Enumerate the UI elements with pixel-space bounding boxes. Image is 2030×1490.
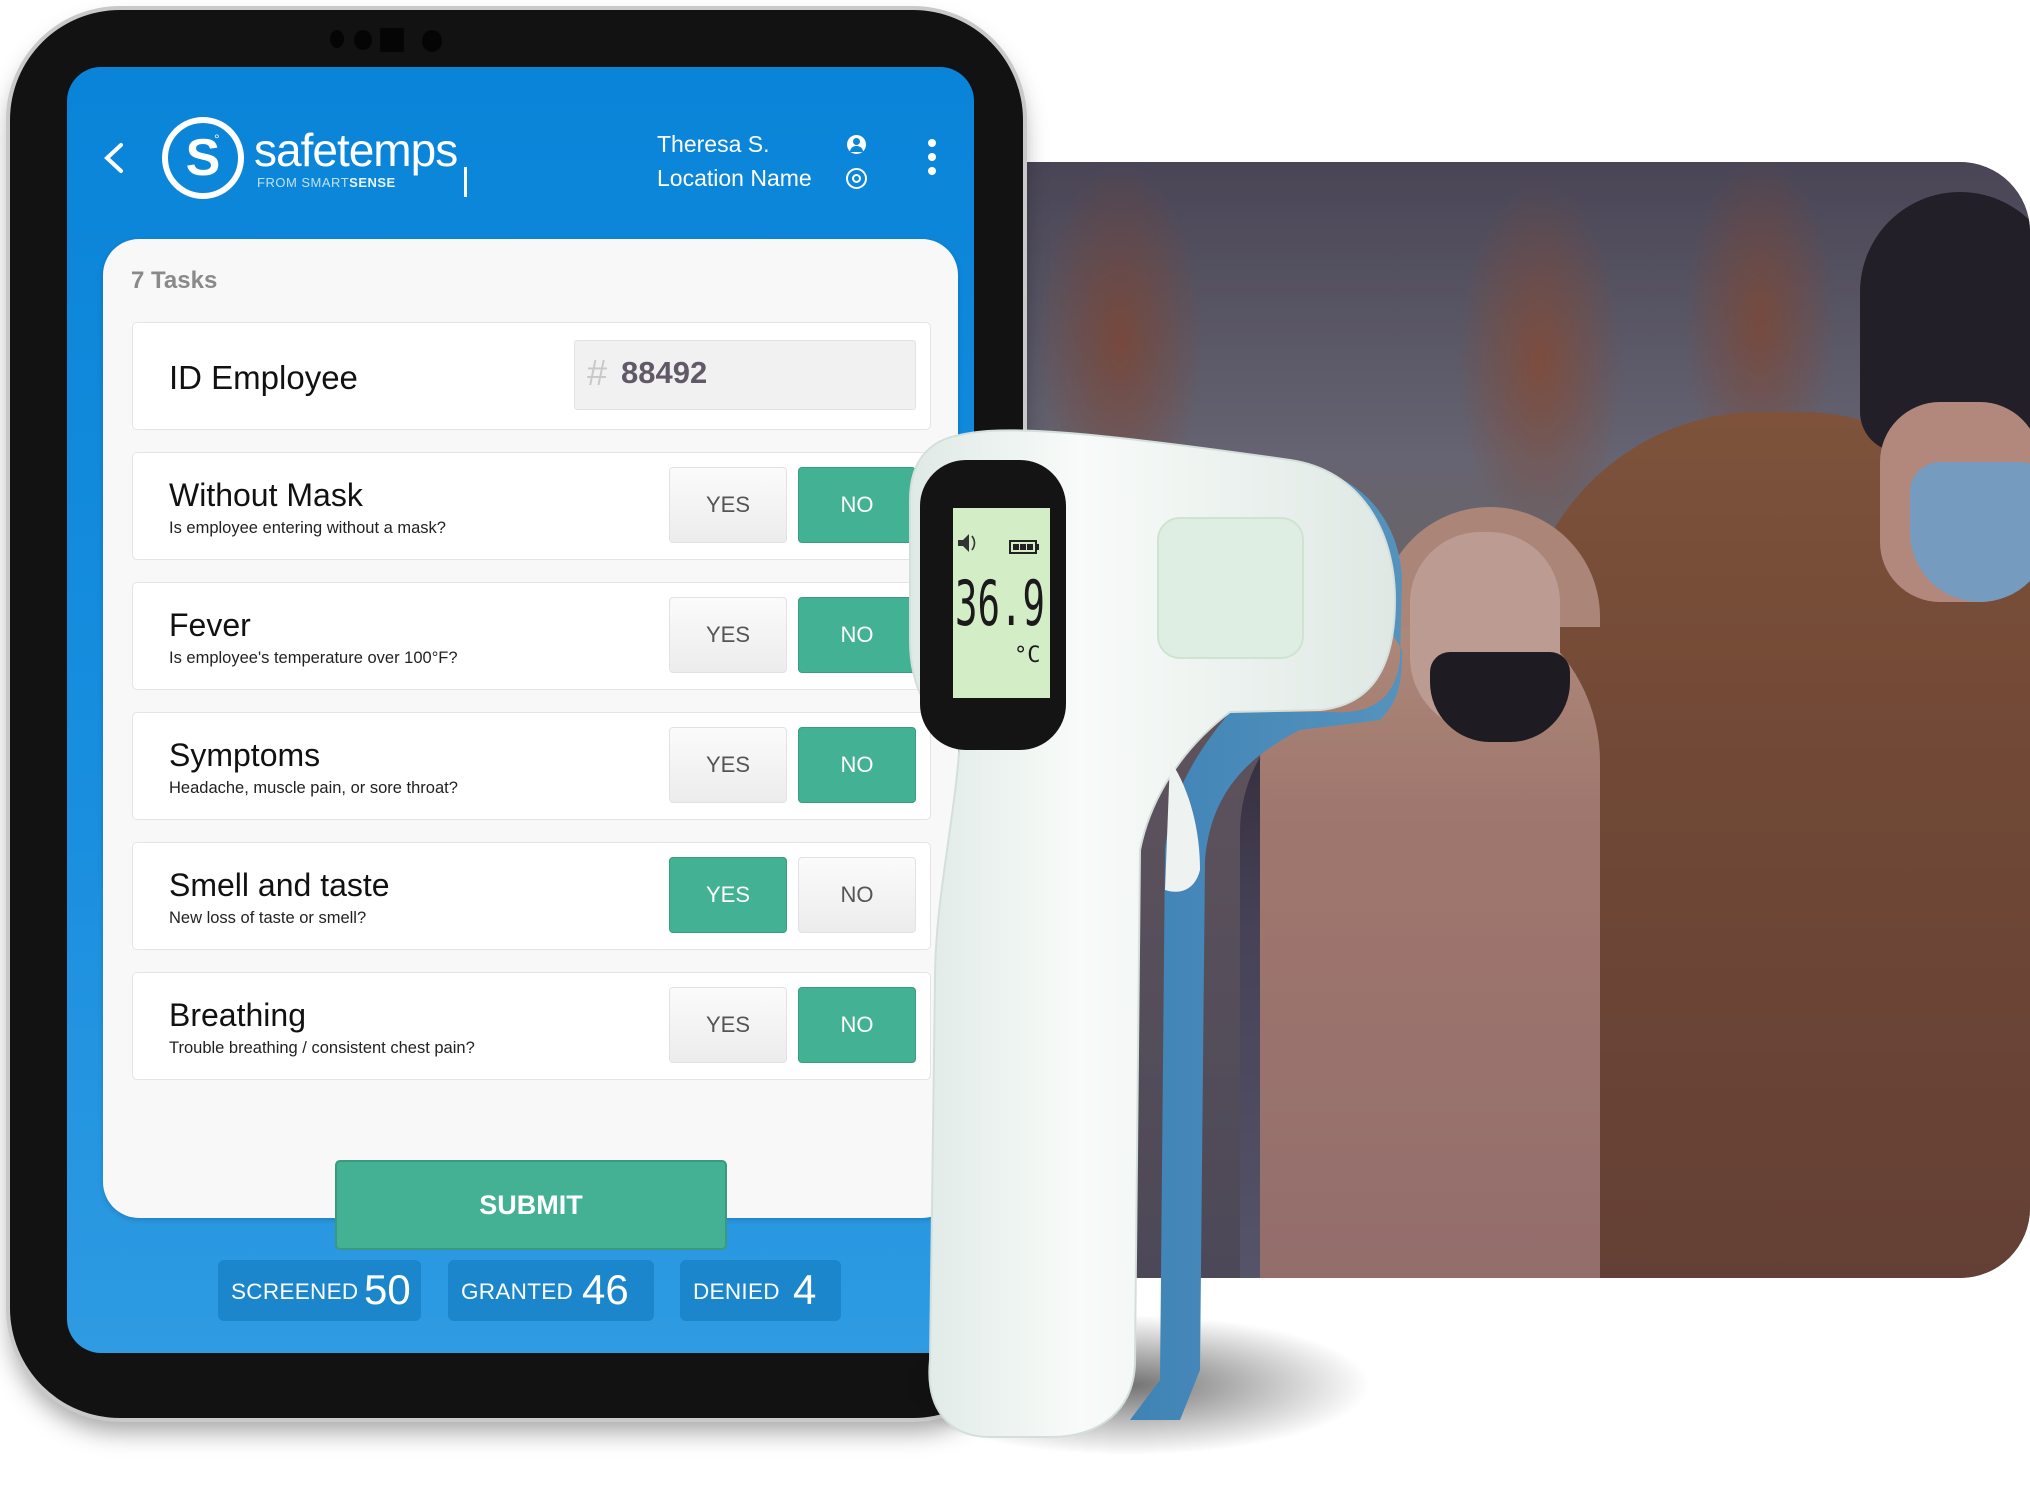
user-circle-icon [847,135,866,154]
stat-label: SCREENED [231,1279,359,1304]
target-icon [846,168,867,189]
employee-id-label: ID Employee [169,359,358,396]
question-subtitle: New loss of taste or smell? [169,909,367,927]
question-title: Symptoms [169,737,321,773]
stat-value: 4 [793,1266,817,1313]
question-row-fever: Fever Is employee's temperature over 100… [132,582,931,690]
employee-id-row: ID Employee # 88492 [132,322,931,430]
user-info: Theresa S. Location Name [657,127,867,195]
stat-value: 50 [364,1266,411,1313]
logo-degree: ° [214,131,220,147]
camera-icon [422,30,442,52]
yes-button[interactable]: YES [669,857,787,933]
no-button[interactable]: NO [798,597,916,673]
photo-tint [1000,162,2030,1278]
brand-sub-bold: SENSE [349,175,396,190]
safetemps-logo: S ° safetemps FROM SMARTSENSE [162,117,467,199]
employee-id-input[interactable]: # 88492 [574,340,916,410]
screening-form-card: 7 Tasks ID Employee # 88492 Without Mask… [103,239,958,1250]
stat-label: DENIED [693,1279,780,1304]
hash-icon: # [587,352,608,393]
chevron-left-icon [104,143,123,173]
stat-denied: DENIED 4 [680,1260,841,1321]
tablet-device: S ° safetemps FROM SMARTSENSE Theresa S.… [10,10,1023,1418]
stat-value: 46 [582,1266,629,1313]
app-screen: S ° safetemps FROM SMARTSENSE Theresa S.… [67,67,974,1353]
back-button[interactable] [97,133,137,183]
background-photo [1000,162,2030,1278]
stat-screened: SCREENED 50 [218,1260,421,1321]
no-button[interactable]: NO [798,467,916,543]
question-row-without-mask: Without Mask Is employee entering withou… [132,452,931,560]
sensor-icon [380,28,404,52]
brand-subtitle: FROM SMARTSENSE [257,175,396,190]
yes-button[interactable]: YES [669,467,787,543]
no-button[interactable]: NO [798,857,916,933]
kebab-menu-icon [922,139,942,175]
more-menu-button[interactable] [922,139,942,183]
question-title: Without Mask [169,477,363,513]
question-subtitle: Is employee entering without a mask? [169,519,446,537]
question-subtitle: Trouble breathing / consistent chest pai… [169,1039,475,1057]
question-title: Fever [169,607,251,643]
sensor-icon [354,30,372,50]
brand-sub-prefix: FROM SMART [257,175,350,190]
logo-divider [464,167,467,197]
user-name-line[interactable]: Theresa S. [657,127,867,161]
yes-button[interactable]: YES [669,727,787,803]
user-name: Theresa S. [657,131,770,157]
brand-name: safetemps [254,124,458,176]
submit-button[interactable]: SUBMIT [335,1160,727,1250]
yes-button[interactable]: YES [669,987,787,1063]
no-button[interactable]: NO [798,727,916,803]
logo-letter: S [185,129,221,187]
location-line[interactable]: Location Name [657,161,867,195]
sensor-icon [330,30,344,48]
question-title: Smell and taste [169,867,390,903]
question-subtitle: Headache, muscle pain, or sore throat? [169,779,458,797]
stat-granted: GRANTED 46 [448,1260,654,1321]
no-button[interactable]: NO [798,987,916,1063]
tablet-camera-bar [330,26,580,52]
question-row-smell-and-taste: Smell and taste New loss of taste or sme… [132,842,931,950]
location-name: Location Name [657,165,812,191]
employee-id-value: 88492 [621,355,708,390]
question-row-symptoms: Symptoms Headache, muscle pain, or sore … [132,712,931,820]
yes-button[interactable]: YES [669,597,787,673]
stat-label: GRANTED [461,1279,574,1304]
question-subtitle: Is employee's temperature over 100°F? [169,649,458,667]
question-row-breathing: Breathing Trouble breathing / consistent… [132,972,931,1080]
tasks-count: 7 Tasks [131,267,218,294]
question-title: Breathing [169,997,306,1033]
